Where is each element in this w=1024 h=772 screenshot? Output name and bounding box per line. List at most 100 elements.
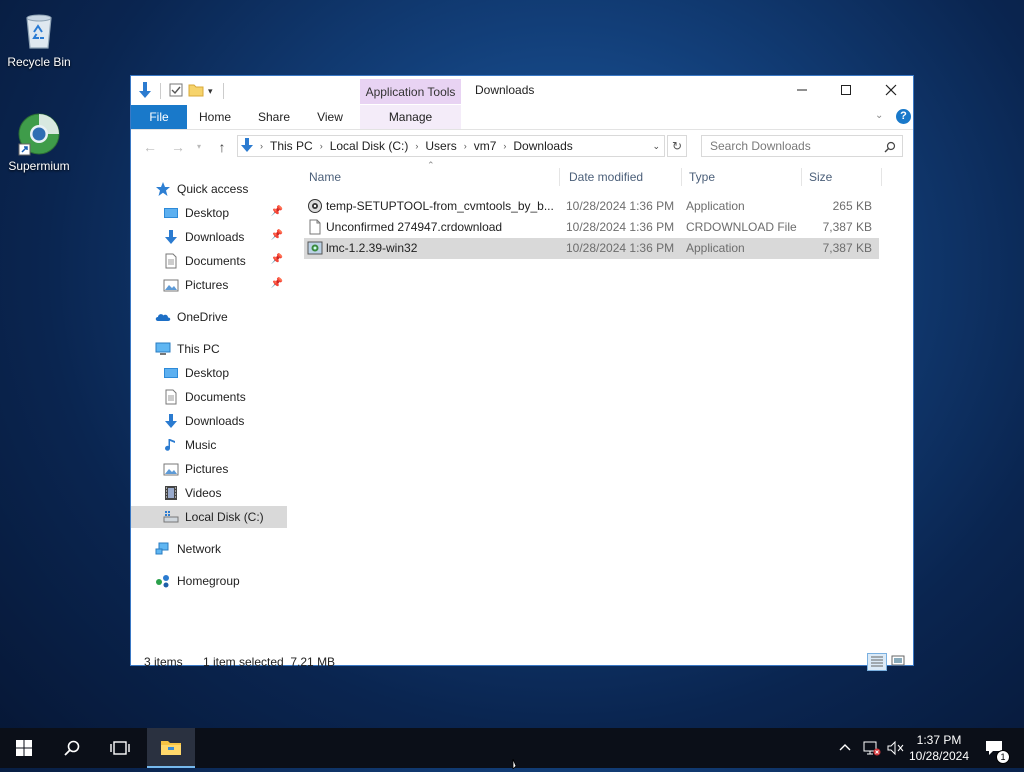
column-header-date-modified[interactable]: Date modified xyxy=(569,166,679,188)
pin-icon: 📌 xyxy=(270,230,283,241)
file-date: 10/28/2024 1:36 PM xyxy=(566,241,675,255)
nav-pc-videos[interactable]: Videos xyxy=(131,482,287,504)
nav-pc-downloads[interactable]: Downloads xyxy=(131,410,287,432)
nav-pc-music[interactable]: Music xyxy=(131,434,287,456)
installer-application-icon xyxy=(307,238,323,259)
nav-homegroup[interactable]: Homegroup xyxy=(131,570,287,592)
clock[interactable]: 1:37 PM 10/28/2024 xyxy=(908,728,970,768)
navigation-pane: Quick access Desktop 📌 Downloads 📌 Docum… xyxy=(131,172,287,640)
tab-home[interactable]: Home xyxy=(193,105,237,129)
nav-label: Desktop xyxy=(185,366,230,380)
toolbar-divider xyxy=(160,83,161,99)
tray-chevron-icon[interactable] xyxy=(838,728,852,768)
file-row[interactable]: Unconfirmed 274947.crdownload 10/28/2024… xyxy=(304,217,879,238)
properties-icon[interactable] xyxy=(168,82,184,101)
file-size: 7,387 KB xyxy=(822,220,872,234)
downloads-location-icon xyxy=(238,137,258,156)
tab-file[interactable]: File xyxy=(131,105,187,129)
refresh-icon: ↻ xyxy=(671,139,683,153)
taskbar-file-explorer-button[interactable] xyxy=(147,728,195,768)
tab-manage[interactable]: Manage xyxy=(360,105,461,129)
address-dropdown-chevron-icon[interactable]: ⌄ xyxy=(652,141,660,152)
nav-quick-pictures[interactable]: Pictures 📌 xyxy=(131,274,287,296)
recent-locations-chevron-icon[interactable]: ▾ xyxy=(193,136,205,158)
file-row[interactable]: temp-SETUPTOOL-from_cvmtools_by_b... 10/… xyxy=(304,196,879,217)
desktop-icon-recycle-bin[interactable]: Recycle Bin xyxy=(0,8,79,69)
nav-quick-desktop[interactable]: Desktop 📌 xyxy=(131,202,287,224)
volume-muted-icon[interactable] xyxy=(886,728,906,768)
quick-access-toolbar: ▾ xyxy=(137,80,224,102)
toolbar-divider xyxy=(222,83,224,99)
details-view-button[interactable] xyxy=(867,653,887,671)
nav-label: Videos xyxy=(185,486,222,500)
expand-ribbon-chevron-icon[interactable]: ⌄ xyxy=(875,110,883,121)
new-folder-icon[interactable] xyxy=(188,82,204,101)
nav-pc-documents[interactable]: Documents xyxy=(131,386,287,408)
file-row-selected[interactable]: lmc-1.2.39-win32 10/28/2024 1:36 PM Appl… xyxy=(304,238,879,259)
network-disconnected-icon[interactable] xyxy=(862,728,882,768)
search-input[interactable]: Search Downloads xyxy=(701,135,903,157)
close-button[interactable] xyxy=(868,76,914,104)
file-date: 10/28/2024 1:36 PM xyxy=(566,220,675,234)
nav-pc-pictures[interactable]: Pictures xyxy=(131,458,287,480)
breadcrumb-downloads[interactable]: Downloads xyxy=(508,139,577,153)
breadcrumb-this-pc[interactable]: This PC xyxy=(265,139,318,153)
column-header-name[interactable]: Name xyxy=(309,166,559,188)
file-size: 7,387 KB xyxy=(822,241,872,255)
desktop-icon-supermium[interactable]: Supermium xyxy=(0,112,79,173)
nav-label: Documents xyxy=(185,254,246,268)
homegroup-icon xyxy=(155,573,171,589)
breadcrumb-local-disk[interactable]: Local Disk (C:) xyxy=(325,139,414,153)
help-icon[interactable]: ? xyxy=(896,109,911,124)
title-bar: ▾ Application Tools Downloads xyxy=(131,76,913,104)
task-view-button[interactable] xyxy=(96,728,144,768)
address-row: ← → ▾ ↑ › This PC › Local Disk (C:) › Us… xyxy=(131,134,913,160)
column-header-type[interactable]: Type xyxy=(689,166,799,188)
nav-this-pc[interactable]: This PC xyxy=(131,338,287,360)
tab-view[interactable]: View xyxy=(309,105,351,129)
desktop-icon-label: Supermium xyxy=(8,159,70,173)
nav-quick-documents[interactable]: Documents 📌 xyxy=(131,250,287,272)
supermium-browser-icon xyxy=(17,112,61,156)
breadcrumb-vm7[interactable]: vm7 xyxy=(469,139,502,153)
music-note-icon xyxy=(163,437,179,453)
status-selection: 1 item selected 7.21 MB xyxy=(203,655,336,669)
forward-button[interactable]: → xyxy=(167,136,189,158)
details-view-icon xyxy=(871,656,883,667)
back-button[interactable]: ← xyxy=(139,136,161,158)
nav-network[interactable]: Network xyxy=(131,538,287,560)
minimize-button[interactable] xyxy=(779,76,825,104)
breadcrumb-separator: › xyxy=(319,141,323,151)
pin-icon: 📌 xyxy=(270,278,283,289)
action-center-button[interactable]: 1 xyxy=(982,728,1010,768)
breadcrumb-users[interactable]: Users xyxy=(420,139,461,153)
clock-time: 1:37 PM xyxy=(916,733,962,747)
desktop-folder-icon xyxy=(163,365,179,381)
up-button[interactable]: ↑ xyxy=(211,136,233,158)
mouse-cursor-icon xyxy=(512,758,524,772)
customize-toolbar-icon[interactable]: ▾ xyxy=(208,86,213,97)
clock-date: 10/28/2024 xyxy=(908,749,970,763)
nav-pc-local-disk[interactable]: Local Disk (C:) xyxy=(131,506,287,528)
nav-label: Downloads xyxy=(185,230,245,244)
nav-pc-desktop[interactable]: Desktop xyxy=(131,362,287,384)
column-header-size[interactable]: Size xyxy=(809,166,879,188)
nav-quick-downloads[interactable]: Downloads 📌 xyxy=(131,226,287,248)
setup-application-icon xyxy=(307,196,323,217)
star-icon xyxy=(155,181,171,197)
large-icons-view-button[interactable] xyxy=(890,653,908,671)
search-icon xyxy=(884,136,896,156)
address-bar[interactable]: › This PC › Local Disk (C:) › Users › vm… xyxy=(237,135,665,157)
column-separator xyxy=(801,168,802,186)
refresh-button[interactable]: ↻ xyxy=(667,135,687,157)
nav-onedrive[interactable]: OneDrive xyxy=(131,306,287,328)
blank-file-icon xyxy=(307,217,323,238)
nav-label: Network xyxy=(177,542,222,556)
nav-quick-access[interactable]: Quick access xyxy=(131,178,287,200)
hard-drive-icon xyxy=(163,509,179,525)
start-button[interactable] xyxy=(0,728,48,768)
documents-folder-icon xyxy=(163,253,179,269)
maximize-button[interactable] xyxy=(823,76,869,104)
tab-share[interactable]: Share xyxy=(253,105,295,129)
search-button[interactable] xyxy=(48,728,96,768)
